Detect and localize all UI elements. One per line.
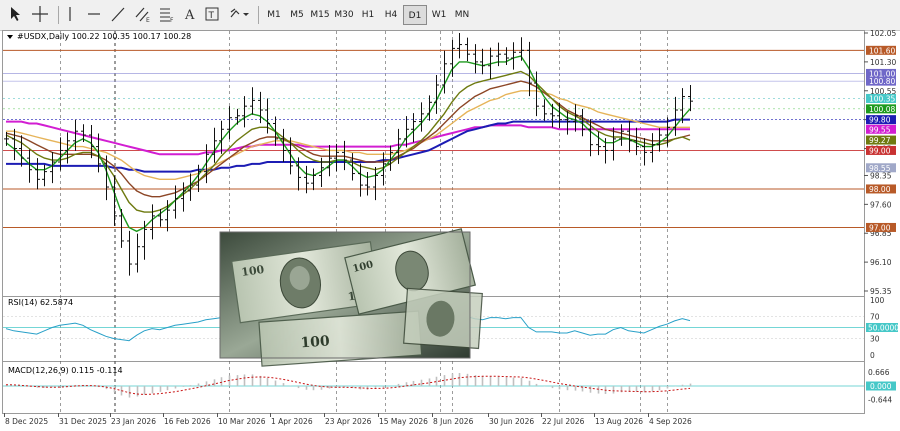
rsi-level-label: 50.0000 (868, 324, 899, 333)
svg-text:A: A (184, 8, 195, 23)
text-tool-icon[interactable]: A (182, 5, 198, 25)
macd-zero-label: 0.000 (870, 382, 892, 391)
svg-text:T: T (208, 11, 215, 21)
price-badge-label: 97.00 (869, 223, 891, 232)
y-tick-label: 102.05 (870, 30, 896, 38)
timeframe-h1[interactable]: H1 (356, 5, 380, 25)
x-tick-label: 1 Apr 2026 (271, 417, 313, 426)
x-tick-label: 4 Sep 2026 (649, 417, 692, 426)
rsi-tick-label: 100 (870, 296, 885, 305)
price-badge-label: 99.27 (869, 136, 891, 145)
macd-title: MACD(12,26,9) 0.115 -0.114 (8, 366, 123, 375)
x-tick-label: 23 Jan 2026 (111, 417, 156, 426)
text-label-icon[interactable]: T (204, 5, 220, 25)
price-badge-label: 99.55 (869, 125, 891, 134)
timeframe-mn[interactable]: MN (450, 5, 474, 25)
timeframe-m5[interactable]: M5 (285, 5, 309, 25)
dropdown-triangle-icon[interactable] (7, 35, 13, 39)
price-badge-label: 98.00 (869, 185, 891, 194)
macd-tick-label: -0.644 (868, 396, 892, 405)
horizontal-line-icon[interactable] (86, 5, 102, 25)
timeframe-m1[interactable]: M1 (262, 5, 286, 25)
chart-header: #USDX,Daily 100.22 100.35 100.17 100.28 (7, 32, 191, 41)
rsi-tick-label: 30 (870, 335, 880, 344)
y-tick-label: 98.35 (870, 171, 892, 180)
vertical-line-icon[interactable] (64, 5, 76, 25)
macd-panel: 0.666 -0.644 0.000 (3, 368, 896, 405)
price-badge-label: 100.80 (869, 77, 895, 86)
x-tick-label: 23 Apr 2026 (325, 417, 372, 426)
price-badge-label: 100.35 (869, 94, 895, 103)
x-tick-label: 31 Dec 2025 (59, 417, 107, 426)
y-tick-label: 95.35 (870, 287, 892, 296)
macd-tick-label: 0.666 (868, 368, 890, 377)
price-badge-label: 100.08 (869, 105, 895, 114)
timeframe-w1[interactable]: W1 (427, 5, 451, 25)
svg-text:F: F (170, 17, 174, 23)
y-tick-label: 96.10 (870, 258, 892, 267)
toolbar: E F A T M1 M5 M15 M30 H1 H4 D1 W1 MN (0, 0, 900, 31)
moving-averages (5, 55, 691, 233)
moving-average-line (5, 55, 691, 233)
x-axis: 8 Dec 2025 31 Dec 2025 23 Jan 2026 16 Feb 2… (4, 413, 692, 426)
symbol-header: #USDX,Daily 100.22 100.35 100.17 100.28 (17, 32, 191, 41)
x-tick-label: 22 Jul 2026 (542, 417, 585, 426)
equidistant-channel-icon[interactable]: E (134, 5, 152, 25)
rsi-tick-label: 70 (870, 313, 880, 322)
fibonacci-icon[interactable]: F (158, 5, 176, 25)
rsi-tick-label: 0 (870, 351, 875, 360)
price-badge-label: 99.00 (869, 146, 891, 155)
horizontal-levels (3, 49, 864, 228)
x-tick-label: 8 Jun 2026 (433, 417, 474, 426)
trendline-icon[interactable] (110, 5, 126, 25)
timeframe-m30[interactable]: M30 (332, 5, 356, 25)
x-tick-label: 15 May 2026 (379, 417, 428, 426)
x-tick-label: 13 Aug 2026 (595, 417, 643, 426)
svg-text:E: E (146, 17, 150, 23)
price-badge-label: 98.55 (869, 164, 891, 173)
x-tick-label: 16 Feb 2026 (164, 417, 211, 426)
chart-area[interactable]: 102.05101.30100.5599.8099.0598.3597.6096… (0, 30, 900, 431)
x-tick-label: 10 Mar 2026 (218, 417, 266, 426)
x-tick-label: 8 Dec 2025 (5, 417, 48, 426)
x-tick-label: 30 Jun 2026 (489, 417, 534, 426)
cursor-icon[interactable] (8, 5, 22, 25)
timeframe-m15[interactable]: M15 (308, 5, 332, 25)
arrows-dropdown-icon[interactable] (228, 5, 252, 25)
y-tick-label: 97.60 (870, 200, 892, 209)
moving-average-line (6, 120, 690, 156)
svg-text:100: 100 (300, 333, 331, 351)
dollar-bills-image: 100 100 100 100 (219, 228, 483, 367)
rsi-title: RSI(14) 62.5874 (8, 298, 73, 307)
macd-panel-frame (2, 361, 865, 414)
y-tick-label: 101.30 (870, 58, 896, 67)
crosshair-icon[interactable] (30, 5, 50, 25)
price-badge-label: 99.80 (869, 116, 891, 125)
timeframe-h4[interactable]: H4 (379, 5, 403, 25)
timeframe-d1[interactable]: D1 (403, 5, 427, 25)
macd-signal-line (5, 375, 691, 395)
price-badge-label: 101.60 (869, 46, 895, 55)
